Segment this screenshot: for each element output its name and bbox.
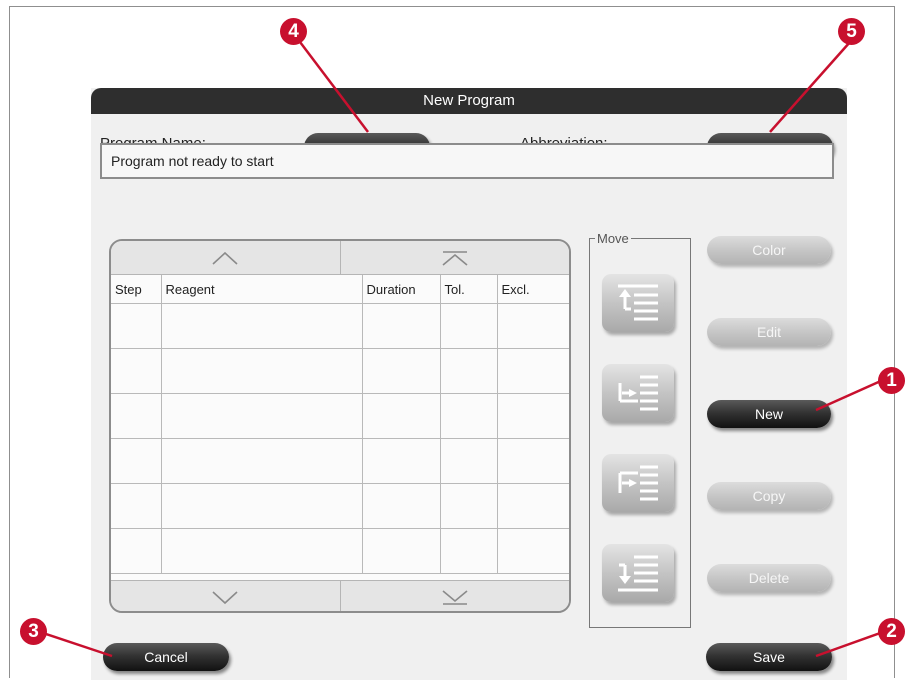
move-down-icon [618,465,658,501]
move-to-bottom-icon [618,555,658,592]
table-row[interactable] [111,438,569,484]
column-header-tolerance: Tol. [439,275,498,304]
steps-grid: Step Reagent Duration Tol. Excl. [111,275,569,574]
program-steps-table: Step Reagent Duration Tol. Excl. [109,239,571,613]
callout-marker-3: 3 [20,618,47,645]
column-header-reagent: Reagent [160,275,363,304]
callout-marker-4: 4 [280,18,307,45]
table-scroll-top-row [111,241,569,275]
chevron-down-icon [212,590,238,604]
chevron-up-icon [212,251,238,265]
move-group: Move [589,231,691,628]
move-group-label: Move [595,231,631,246]
new-button[interactable]: New [707,400,831,428]
status-message: Program not ready to start [100,143,834,179]
column-header-duration: Duration [361,275,441,304]
move-up-icon [618,375,658,411]
jump-to-top-icon [442,250,468,266]
delete-button[interactable]: Delete [707,564,831,592]
table-row[interactable] [111,393,569,439]
column-header-exclusive: Excl. [496,275,569,304]
move-down-button[interactable] [602,454,674,512]
callout-marker-2: 2 [878,618,905,645]
callout-marker-1: 1 [878,367,905,394]
jump-to-bottom-icon [442,589,468,605]
move-up-button[interactable] [602,364,674,422]
scroll-down-button[interactable] [111,581,340,611]
new-program-dialog: New Program Program Name: -- Abbreviatio… [91,88,847,680]
table-scroll-bottom-row [111,580,570,611]
color-button[interactable]: Color [707,236,831,264]
table-row[interactable] [111,528,569,574]
copy-button[interactable]: Copy [707,482,831,510]
edit-button[interactable]: Edit [707,318,831,346]
save-button[interactable]: Save [706,643,832,671]
table-row[interactable] [111,348,569,394]
column-header-step: Step [111,275,162,304]
scroll-up-button[interactable] [111,241,340,274]
move-to-top-icon [618,284,658,321]
table-row[interactable] [111,303,569,349]
table-row[interactable] [111,483,569,529]
move-to-top-button[interactable] [602,274,674,332]
scroll-to-top-button[interactable] [339,241,570,274]
scroll-to-bottom-button[interactable] [339,581,570,611]
callout-marker-5: 5 [838,18,865,45]
cancel-button[interactable]: Cancel [103,643,229,671]
dialog-title: New Program [91,88,847,114]
move-to-bottom-button[interactable] [602,544,674,602]
